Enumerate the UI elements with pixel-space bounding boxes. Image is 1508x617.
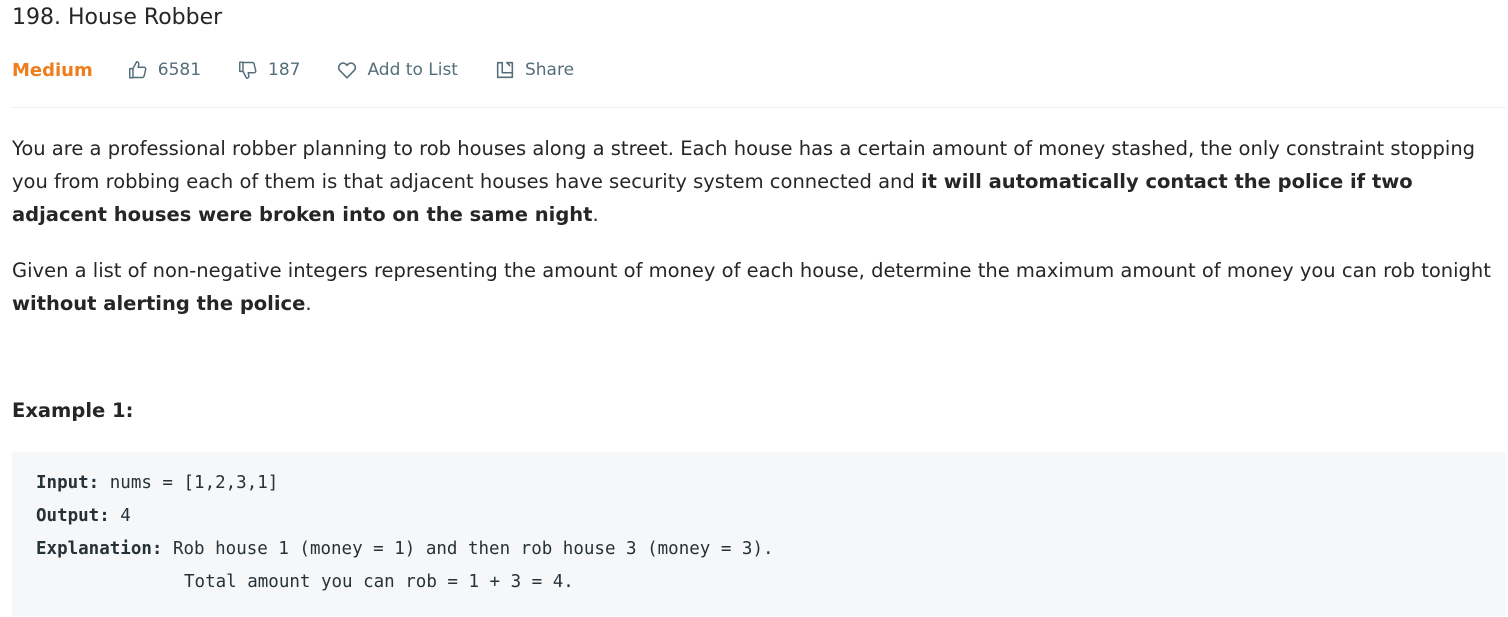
problem-meta-bar: Medium 6581 187 Add to List Share xyxy=(12,56,610,84)
share-button[interactable]: Share xyxy=(494,59,574,81)
add-to-list-label: Add to List xyxy=(367,60,458,80)
description-p2-bold: without alerting the police xyxy=(12,292,306,315)
thumbs-down-icon xyxy=(239,61,257,79)
difficulty-badge: Medium xyxy=(12,59,93,81)
output-label: Output: xyxy=(36,506,110,526)
share-icon xyxy=(496,61,514,79)
description-p1-end: . xyxy=(592,203,599,226)
description-p2-text: Given a list of non-negative integers re… xyxy=(12,259,1491,282)
example-1-code-block: Input: nums = [1,2,3,1] Output: 4 Explan… xyxy=(12,452,1506,616)
dislike-button[interactable]: 187 xyxy=(237,59,300,81)
explanation-label: Explanation: xyxy=(36,539,163,559)
input-value: nums = [1,2,3,1] xyxy=(99,473,279,493)
explanation-text-1: Rob house 1 (money = 1) and then rob hou… xyxy=(162,539,774,559)
example-explanation-line: Explanation: Rob house 1 (money = 1) and… xyxy=(36,539,774,559)
add-to-list-button[interactable]: Add to List xyxy=(336,59,458,81)
output-value: 4 xyxy=(109,506,131,526)
example-1-title: Example 1: xyxy=(12,399,134,422)
like-button[interactable]: 6581 xyxy=(127,59,201,81)
description-p2-end: . xyxy=(305,292,312,315)
thumbs-up-icon xyxy=(128,61,147,79)
example-output-line: Output: 4 xyxy=(36,506,131,526)
example-explanation-line-2: Total amount you can rob = 1 + 3 = 4. xyxy=(184,572,574,592)
dislikes-count: 187 xyxy=(268,60,301,80)
problem-panel: 198. House Robber Medium 6581 187 Add to… xyxy=(0,0,1508,617)
share-label: Share xyxy=(524,60,575,80)
description-paragraph-2: Given a list of non-negative integers re… xyxy=(12,254,1508,320)
heart-icon xyxy=(338,62,357,79)
example-input-line: Input: nums = [1,2,3,1] xyxy=(36,473,278,493)
likes-count: 6581 xyxy=(157,60,202,80)
header-divider xyxy=(12,107,1506,108)
problem-title: 198. House Robber xyxy=(12,5,223,30)
description-paragraph-1: You are a professional robber planning t… xyxy=(12,132,1508,231)
input-label: Input: xyxy=(36,473,100,493)
